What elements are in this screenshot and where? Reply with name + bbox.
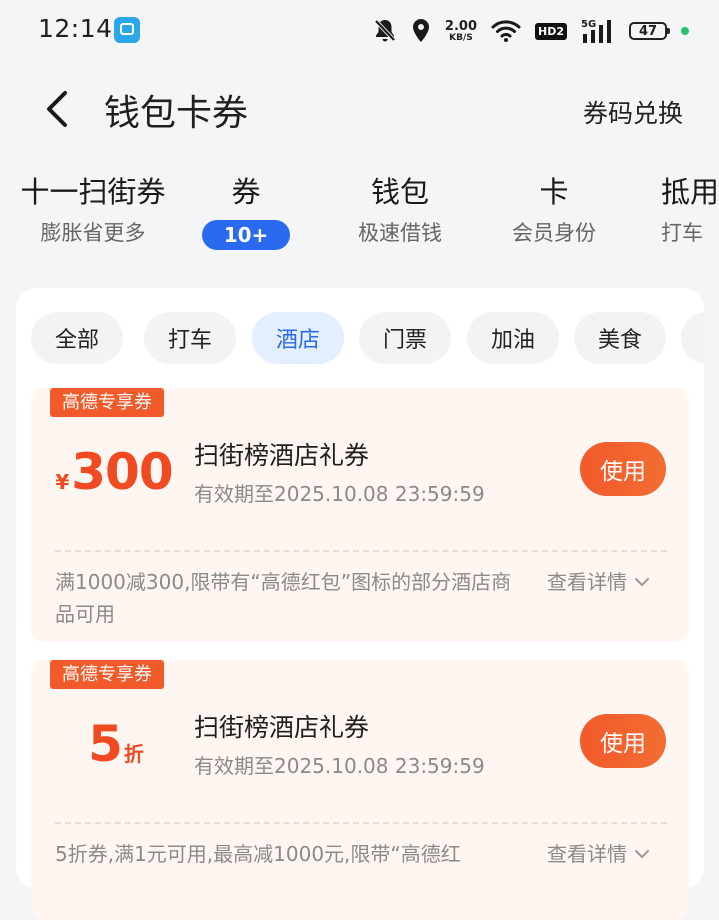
tab-cards[interactable]: 卡 会员身份: [504, 170, 604, 250]
view-details-button[interactable]: 查看详情: [547, 838, 649, 870]
coupon-validity: 有效期至2025.10.08 23:59:59: [194, 482, 485, 506]
location-icon: [412, 19, 429, 42]
coupon-description: 5折券,满1元可用,最高减1000元,限带“高德红: [55, 842, 461, 866]
coupon-name: 扫街榜酒店礼券: [194, 713, 370, 742]
status-time: 12:14: [38, 14, 113, 43]
use-coupon-button[interactable]: 使用: [580, 442, 666, 496]
filter-chip-hotel[interactable]: 酒店: [252, 312, 344, 364]
coupon-name: 扫街榜酒店礼券: [194, 441, 370, 470]
filter-chip-tickets[interactable]: 门票: [359, 312, 451, 364]
filter-chip-more[interactable]: [681, 312, 704, 364]
filter-chip-fuel[interactable]: 加油: [467, 312, 559, 364]
status-icons: 2.00 KB/S HD2 5G 47: [373, 16, 689, 46]
redeem-code-button[interactable]: 券码兑换: [583, 94, 683, 130]
page-title: 钱包卡券: [104, 93, 249, 134]
coupon-card: 高德专享券 5 折 扫街榜酒店礼券 有效期至2025.10.08 23:59:5…: [31, 660, 689, 920]
mute-bell-icon: [374, 19, 396, 42]
category-tabs: 十一扫街券 膨胀省更多 券 10+ 钱包 极速借钱 卡 会员身份 抵用 打车: [0, 170, 719, 266]
battery-indicator: 47: [629, 22, 670, 40]
filter-chip-taxi[interactable]: 打车: [144, 312, 236, 364]
coupon-tag: 高德专享券: [50, 660, 164, 689]
coupon-tag: 高德专享券: [50, 388, 164, 417]
tab-street-coupon[interactable]: 十一扫街券 膨胀省更多: [16, 170, 170, 250]
filter-chips: 全部 打车 酒店 门票 加油 美食: [31, 312, 704, 364]
page-header: 钱包卡券 券码兑换: [0, 62, 719, 157]
chevron-left-icon: [47, 91, 67, 127]
filter-chip-food[interactable]: 美食: [574, 312, 666, 364]
coupon-card: 高德专享券 ¥ 300 扫街榜酒店礼券 有效期至2025.10.08 23:59…: [31, 388, 689, 642]
coupon-description: 满1000减300,限带有“高德红包”图标的部分酒店商品可用: [55, 570, 512, 626]
coupon-validity: 有效期至2025.10.08 23:59:59: [194, 754, 485, 778]
chevron-down-icon: [635, 850, 649, 859]
dashed-divider: [55, 550, 667, 552]
hd-voice-badge: HD2: [535, 22, 567, 40]
tab-coupons[interactable]: 券 10+: [200, 170, 292, 250]
use-coupon-button[interactable]: 使用: [580, 714, 666, 768]
dashed-divider: [55, 822, 667, 824]
tab-vouchers[interactable]: 抵用 打车: [661, 170, 719, 250]
view-details-button[interactable]: 查看详情: [547, 566, 649, 598]
status-bar: 12:14 2.00 KB/S HD2 5G 47: [0, 0, 719, 62]
filter-chip-all[interactable]: 全部: [31, 312, 123, 364]
chevron-down-icon: [635, 578, 649, 587]
wifi-icon: [491, 20, 521, 42]
app-notification-icon: [114, 17, 140, 43]
coupon-count-badge: 10+: [202, 220, 290, 250]
svg-text:5G: 5G: [581, 19, 596, 30]
network-speed: 2.00 KB/S: [444, 18, 477, 43]
coupon-panel: 全部 打车 酒店 门票 加油 美食 高德专享券 ¥ 300 扫街榜酒店礼券 有效…: [16, 288, 704, 920]
privacy-indicator-dot: [681, 27, 689, 35]
back-button[interactable]: [36, 86, 80, 132]
signal-icon: 5G: [581, 19, 611, 43]
tab-wallet[interactable]: 钱包 极速借钱: [350, 170, 450, 250]
coupon-amount: 5 折: [88, 715, 144, 773]
coupon-amount: ¥ 300: [55, 443, 173, 501]
